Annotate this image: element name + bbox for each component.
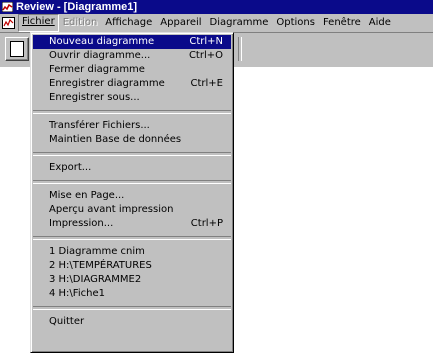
menu-item-label: Nouveau diagramme [49, 36, 155, 47]
menu-aide[interactable]: Aide [365, 15, 395, 31]
menu-item-label: Mise en Page... [49, 190, 125, 201]
file-menu-dropdown: Nouveau diagramme Ctrl+N Ouvrir diagramm… [30, 32, 234, 353]
menu-item-quitter[interactable]: Quitter [33, 315, 231, 329]
menu-item-shortcut: Ctrl+P [190, 218, 223, 229]
menu-fichier-label: Fichier [22, 16, 55, 27]
menu-item-enregistrer-diagramme[interactable]: Enregistrer diagramme Ctrl+E [33, 77, 231, 91]
menu-item-label: 2 H:\TEMPÉRATURES [49, 260, 152, 271]
menu-item-impression[interactable]: Impression... Ctrl+P [33, 217, 231, 231]
menu-edition[interactable]: Edition [59, 15, 102, 31]
toolbar-separator [238, 37, 242, 61]
menu-item-label: Maintien Base de données [49, 134, 182, 145]
menu-item-shortcut: Ctrl+O [188, 50, 223, 61]
menu-item-label: 3 H:\DIAGRAMME2 [49, 274, 142, 285]
menu-item-label: Fermer diagramme [49, 64, 145, 75]
menu-item-nouveau-diagramme[interactable]: Nouveau diagramme Ctrl+N [33, 35, 231, 49]
menu-item-export[interactable]: Export... [33, 161, 231, 175]
menu-diagramme-label: Diagramme [209, 17, 269, 28]
window-title: Review - [Diagramme1] [16, 1, 138, 13]
menu-options[interactable]: Options [272, 15, 319, 31]
menu-options-label: Options [276, 17, 315, 28]
menu-fenetre-label: Fenêtre [322, 17, 361, 28]
menu-item-recent-3[interactable]: 3 H:\DIAGRAMME2 [33, 273, 231, 287]
menu-item-label: Impression... [49, 218, 114, 229]
menu-separator [33, 110, 231, 114]
title-bar: Review - [Diagramme1] [0, 0, 433, 14]
menu-diagramme[interactable]: Diagramme [206, 15, 273, 31]
menu-item-label: 1 Diagramme cnim [49, 246, 145, 257]
menu-item-recent-2[interactable]: 2 H:\TEMPÉRATURES [33, 259, 231, 273]
review-app-icon [1, 1, 14, 13]
menu-item-label: Transférer Fichiers... [49, 120, 150, 131]
menu-item-apercu[interactable]: Aperçu avant impression [33, 203, 231, 217]
new-document-button[interactable] [5, 37, 29, 61]
menu-appareil[interactable]: Appareil [156, 15, 205, 31]
menu-bar: Fichier Edition Affichage Appareil Diagr… [0, 14, 433, 33]
menu-item-label: 4 H:\Fiche1 [49, 288, 105, 299]
menu-affichage[interactable]: Affichage [101, 15, 156, 31]
menu-item-label: Enregistrer diagramme [49, 78, 165, 89]
menu-edition-label: Edition [62, 17, 98, 28]
menu-affichage-label: Affichage [105, 17, 153, 28]
menu-item-transferer-fichiers[interactable]: Transférer Fichiers... [33, 119, 231, 133]
menu-aide-label: Aide [368, 17, 391, 28]
menu-appareil-label: Appareil [160, 17, 202, 28]
menu-item-ouvrir-diagramme[interactable]: Ouvrir diagramme... Ctrl+O [33, 49, 231, 63]
new-document-icon [10, 41, 24, 57]
menu-item-label: Aperçu avant impression [49, 204, 174, 215]
menu-item-maintien-base[interactable]: Maintien Base de données [33, 133, 231, 147]
menu-item-label: Enregistrer sous... [49, 92, 140, 103]
menu-fenetre[interactable]: Fenêtre [319, 15, 365, 31]
menu-item-shortcut: Ctrl+E [190, 78, 224, 89]
menu-item-recent-1[interactable]: 1 Diagramme cnim [33, 245, 231, 259]
menu-item-label: Export... [49, 162, 92, 173]
menu-separator [33, 306, 231, 310]
menu-item-enregistrer-sous[interactable]: Enregistrer sous... [33, 91, 231, 105]
menu-item-mise-en-page[interactable]: Mise en Page... [33, 189, 231, 203]
menu-item-label: Quitter [49, 316, 85, 327]
menu-item-fermer-diagramme[interactable]: Fermer diagramme [33, 63, 231, 77]
menu-separator [33, 236, 231, 240]
menu-item-label: Ouvrir diagramme... [49, 50, 151, 61]
menu-separator [33, 180, 231, 184]
document-icon[interactable] [2, 17, 15, 29]
menu-item-recent-4[interactable]: 4 H:\Fiche1 [33, 287, 231, 301]
menu-separator [33, 152, 231, 156]
menu-item-shortcut: Ctrl+N [189, 36, 223, 47]
menu-fichier[interactable]: Fichier [18, 14, 59, 32]
